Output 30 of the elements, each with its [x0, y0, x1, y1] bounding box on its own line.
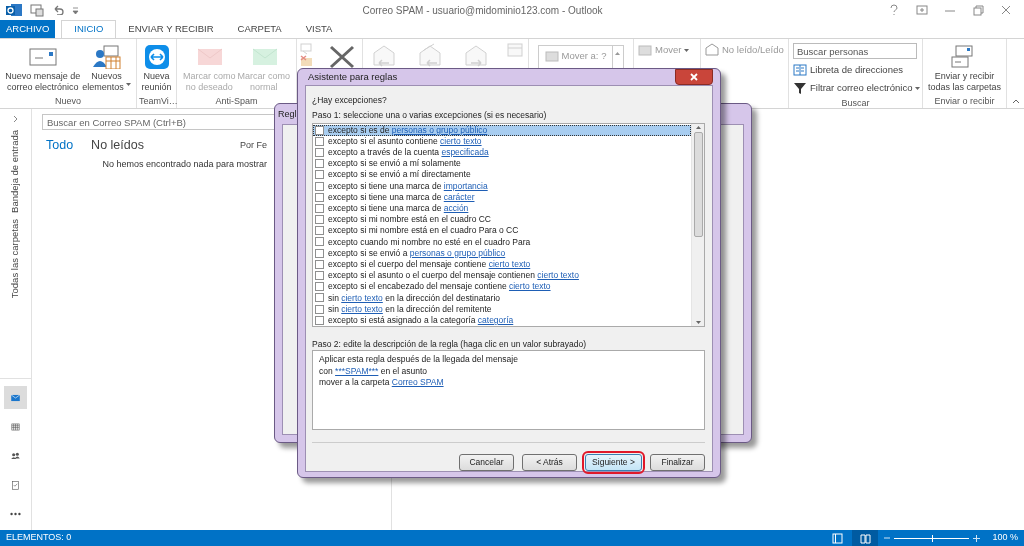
- condition-text: excepto si tiene una marca de carácter: [328, 191, 475, 204]
- item-count: ELEMENTOS: 0: [6, 531, 72, 545]
- empty-message: No hemos encontrado nada para mostrar: [101, 157, 267, 171]
- condition-text: excepto si el cuerpo del mensaje contiene cierto texto: [328, 258, 531, 271]
- group-label: Nuevo: [54, 95, 82, 108]
- condition-text: excepto si tiene una marca de acción: [328, 202, 469, 215]
- description-line: Aplicar esta regla después de la llegada del mensaje: [319, 354, 519, 366]
- condition-text: excepto si mi nombre está en el cuadro Para o CC: [328, 224, 519, 238]
- description-line: mover a la carpeta Correo SPAM: [319, 376, 445, 389]
- group-label: Buscar: [840, 96, 871, 110]
- condition-text: excepto si se envió a mí directamente: [328, 168, 471, 182]
- step-label: Paso 2: edite la descripción de la regla (haga clic en un valor subrayado): [312, 337, 588, 351]
- group-label: Enviar o recibir: [933, 95, 996, 108]
- condition-text: excepto si se envió a mí solamente: [328, 157, 461, 170]
- condition-text: excepto si el asunto contiene cierto texto: [328, 135, 482, 148]
- condition-text: excepto si el encabezado del mensaje contiene cierto texto: [328, 280, 551, 294]
- group-label: Anti-Spam: [214, 95, 259, 108]
- condition-text: sin cierto texto en la dirección del remitente: [328, 302, 492, 316]
- condition-text: excepto si el asunto o el cuerpo del mensaje contienen cierto texto: [328, 269, 579, 282]
- condition-text: excepto a través de la cuenta especificada: [328, 146, 489, 159]
- condition-text: excepto si está asignado a la categoría categoría: [328, 313, 514, 327]
- dialog-title: Asistente para reglas: [308, 69, 398, 84]
- condition-text: sin cierto texto en la dirección del destinatario: [328, 291, 500, 305]
- window-title: Correo SPAM - usuario@midominio123.com - Outlook: [361, 3, 604, 18]
- question-text: ¿Hay excepciones?: [312, 94, 388, 107]
- condition-text: excepto si se envió a personas o grupo público: [328, 247, 506, 260]
- condition-text: excepto cuando mi nombre no esté en el cuadro Para: [328, 235, 531, 249]
- description-line: con ***SPAM*** en el asunto: [319, 365, 429, 377]
- condition-text: excepto si mi nombre está en el cuadro CC: [328, 213, 491, 226]
- condition-text: excepto si tiene una marca de importancia: [328, 179, 488, 193]
